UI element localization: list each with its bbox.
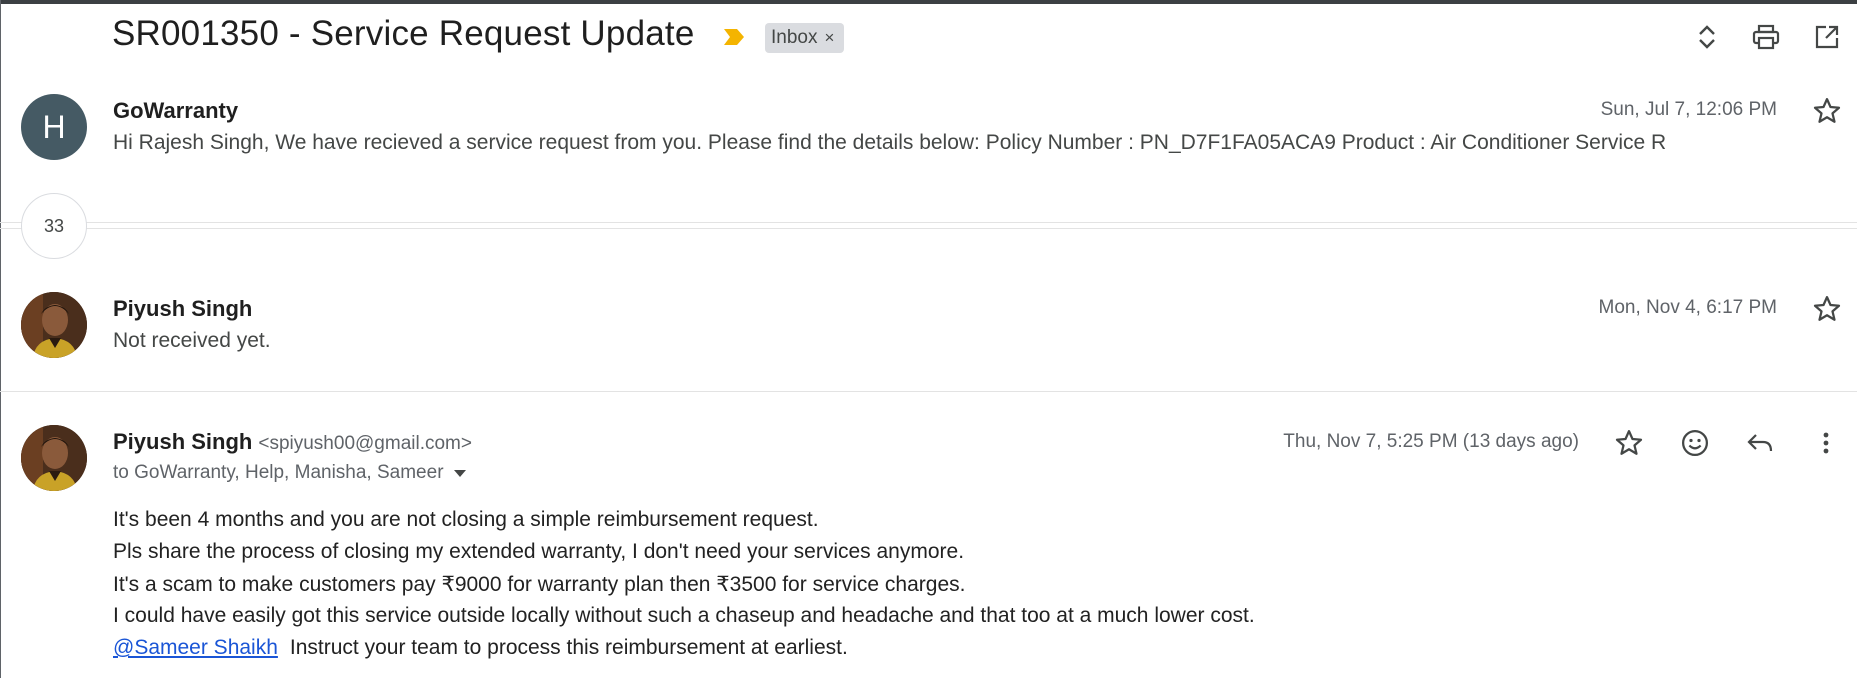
remove-label-icon[interactable]: ×	[824, 28, 834, 48]
mention-text: Instruct your team to process this reimb…	[289, 636, 848, 659]
print-icon[interactable]	[1751, 22, 1781, 52]
message-date: Sun, Jul 7, 12:06 PM	[1600, 99, 1777, 120]
body-line: It's been 4 months and you are not closi…	[113, 508, 819, 531]
sender-email: <spiyush00@gmail.com>	[258, 433, 472, 454]
star-icon[interactable]	[1812, 96, 1842, 126]
window-top-border	[0, 0, 1857, 4]
add-reaction-icon[interactable]	[1677, 425, 1713, 461]
pane-left-border	[0, 0, 1, 678]
label-chip-inbox: Inbox ×	[765, 23, 845, 53]
chevron-down-icon[interactable]	[453, 469, 466, 477]
message-snippet[interactable]: Not received yet.	[113, 329, 271, 353]
message-date: Mon, Nov 4, 6:17 PM	[1598, 297, 1777, 318]
profile-photo	[21, 425, 87, 491]
avatar	[21, 292, 87, 358]
star-icon[interactable]	[1812, 294, 1842, 324]
more-options-icon[interactable]	[1808, 425, 1844, 461]
sender-name[interactable]: Piyush Singh	[113, 429, 252, 454]
message-date: Thu, Nov 7, 5:25 PM (13 days ago)	[1283, 431, 1579, 452]
thread-subject: SR001350 - Service Request Update	[112, 14, 695, 53]
collapsed-messages-button[interactable]: 33	[21, 193, 87, 259]
sender-name[interactable]: GoWarranty	[113, 98, 238, 124]
mention-link[interactable]: @Sameer Shaikh	[113, 636, 278, 659]
collapsed-divider-top	[0, 222, 1857, 223]
body-line: I could have easily got this service out…	[113, 604, 1255, 627]
important-marker-icon[interactable]	[723, 28, 745, 46]
body-line-mention: @Sameer Shaikh Instruct your team to proc…	[113, 636, 848, 660]
label-chip-text: Inbox	[771, 27, 818, 48]
reply-icon[interactable]	[1742, 425, 1778, 461]
recipients-text: to GoWarranty, Help, Manisha, Sameer	[113, 462, 444, 483]
body-line: It's a scam to make customers pay ₹9000 …	[113, 573, 966, 596]
body-line: Pls share the process of closing my exte…	[113, 540, 965, 563]
collapsed-divider-bottom	[0, 228, 1857, 229]
open-in-new-window-icon[interactable]	[1812, 22, 1842, 52]
sender-name[interactable]: Piyush Singh	[113, 296, 252, 322]
sender-header: Piyush Singh <spiyush00@gmail.com>	[113, 429, 472, 455]
star-icon[interactable]	[1611, 425, 1647, 461]
message-snippet[interactable]: Hi Rajesh Singh, We have recieved a serv…	[113, 131, 1666, 155]
message-divider	[0, 391, 1857, 392]
avatar	[21, 425, 87, 491]
avatar: H	[21, 94, 87, 160]
expand-all-icon[interactable]	[1692, 22, 1722, 52]
profile-photo	[21, 292, 87, 358]
recipients-dropdown[interactable]: to GoWarranty, Help, Manisha, Sameer	[113, 462, 466, 484]
